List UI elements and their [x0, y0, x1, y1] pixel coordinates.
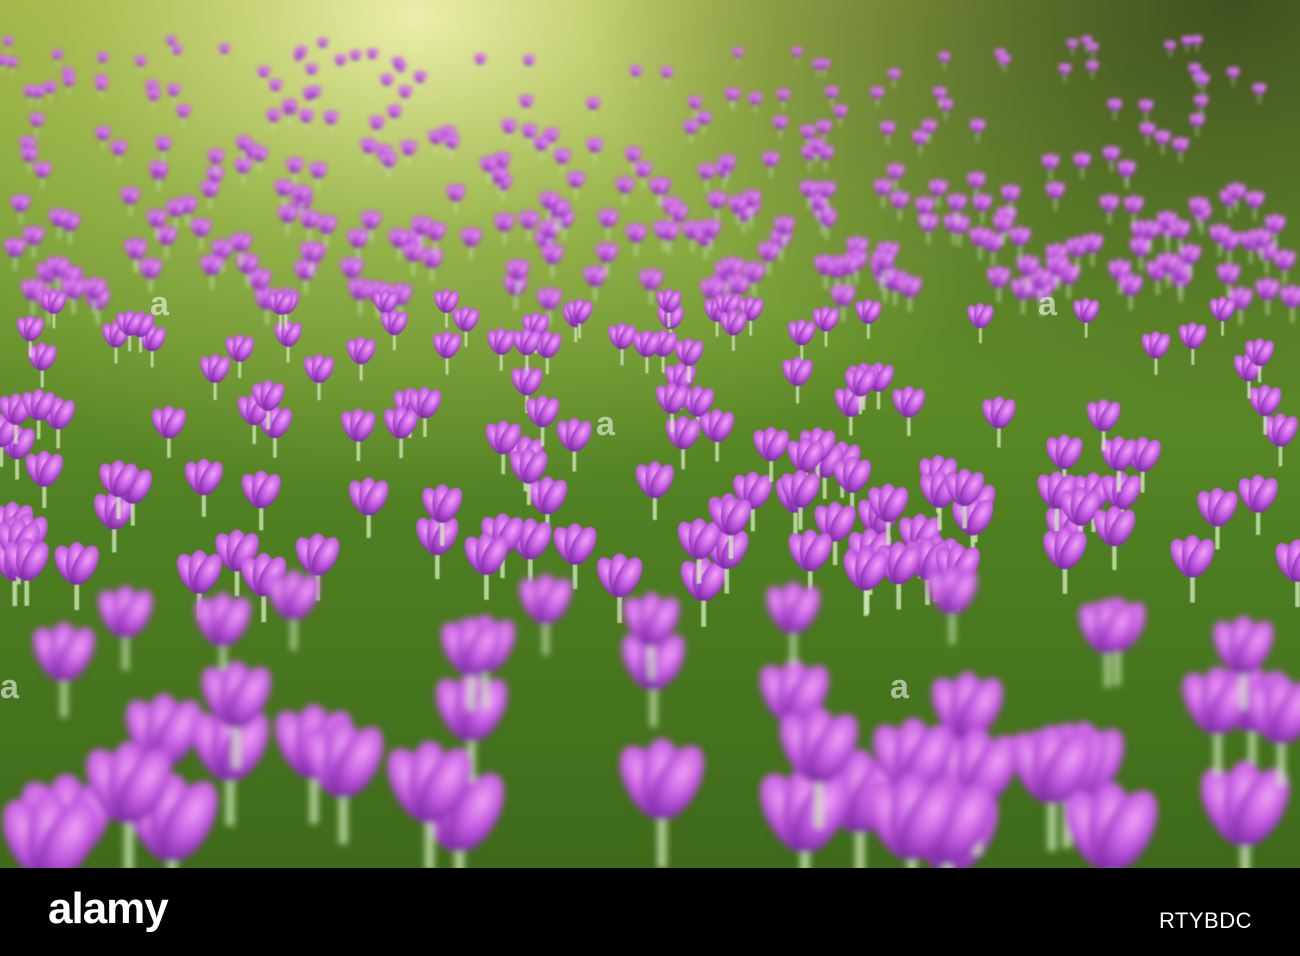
image-id-label: RTYBDC: [1158, 908, 1252, 933]
crocus-meadow-photo: a a a a a: [0, 0, 1300, 868]
brand-logo[interactable]: alamy: [48, 884, 169, 934]
footer-bar: alamy RTYBDC: [0, 868, 1300, 956]
